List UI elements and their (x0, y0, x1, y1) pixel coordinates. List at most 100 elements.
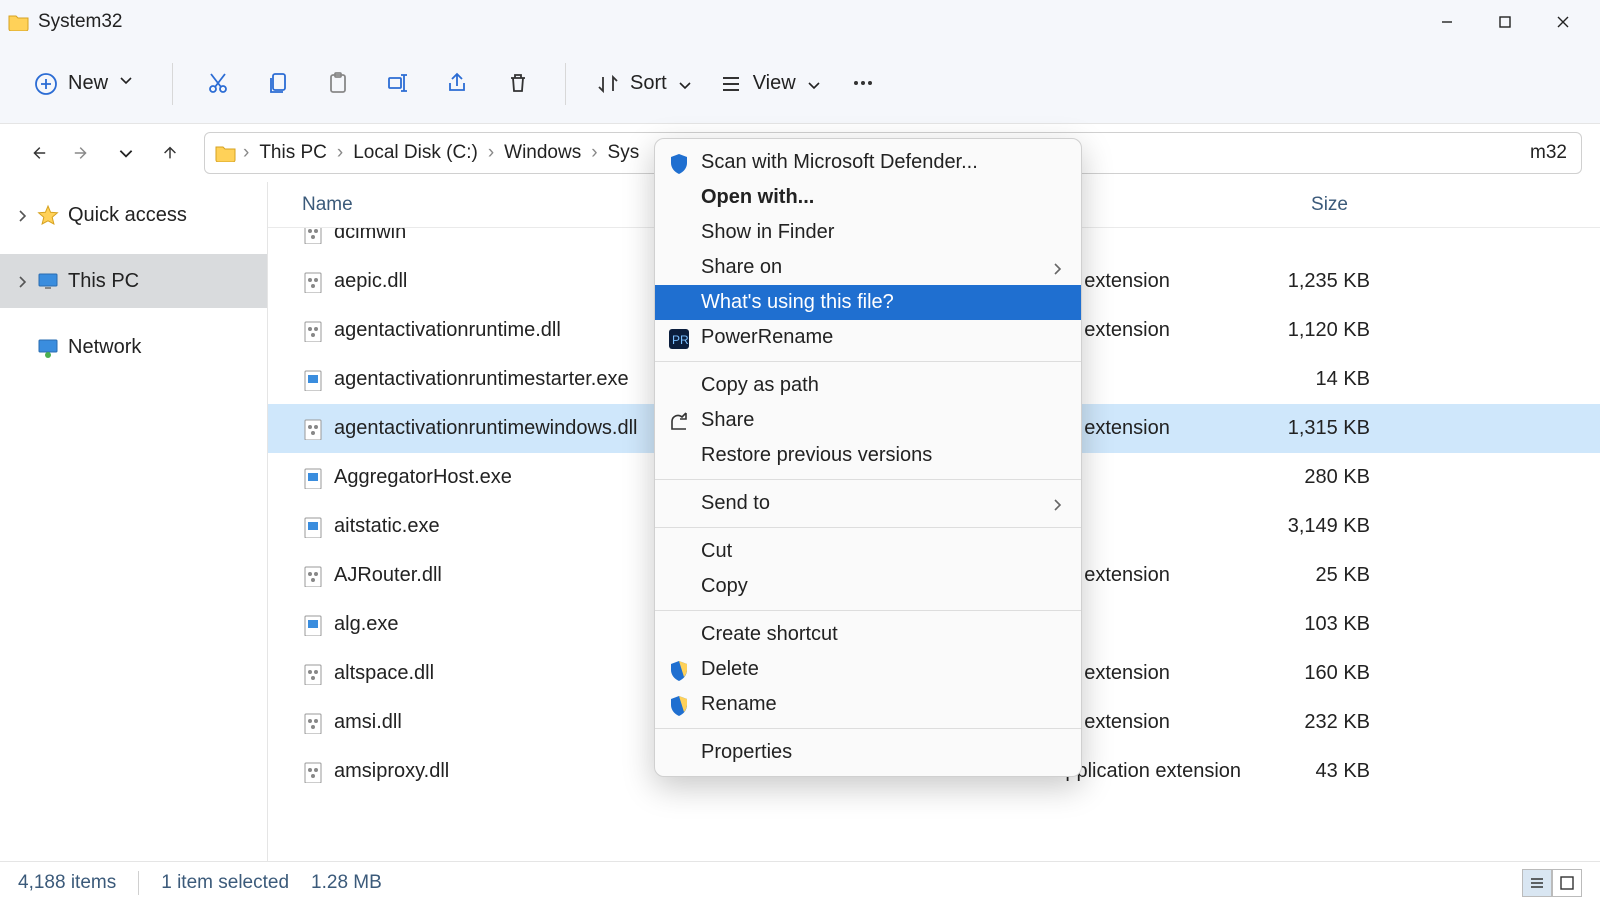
delete-button[interactable] (493, 58, 545, 110)
copy-icon (266, 71, 292, 97)
breadcrumb-item[interactable]: This PC (255, 142, 331, 164)
toolbar-separator (172, 63, 173, 105)
ctx-show-finder[interactable]: Show in Finder (655, 215, 1081, 250)
chevron-right-icon: › (488, 142, 494, 164)
sort-button[interactable]: Sort (586, 66, 701, 102)
file-size: 1,120 KB (1246, 319, 1386, 342)
sidebar-item-label: Network (68, 336, 141, 359)
toolbar: New Sort View (0, 44, 1600, 124)
file-icon (302, 228, 324, 244)
sidebar: Quick access This PC Network (0, 182, 268, 861)
file-size: 3,149 KB (1246, 515, 1386, 538)
ctx-whats-using[interactable]: What's using this file? (655, 285, 1081, 320)
new-button-label: New (68, 72, 108, 95)
cut-icon (206, 71, 232, 97)
new-button[interactable]: New (24, 66, 152, 102)
ctx-scan-defender[interactable]: Scan with Microsoft Defender... (655, 145, 1081, 180)
status-size: 1.28 MB (311, 872, 382, 894)
view-button[interactable]: View (709, 66, 830, 102)
file-size: 25 KB (1246, 564, 1386, 587)
minimize-button[interactable] (1418, 0, 1476, 44)
chevron-right-icon (1049, 497, 1063, 511)
plus-circle-icon (34, 72, 58, 96)
chevron-right-icon: › (337, 142, 343, 164)
breadcrumb-item[interactable]: Local Disk (C:) (349, 142, 482, 164)
maximize-button[interactable] (1476, 0, 1534, 44)
ctx-separator (655, 361, 1081, 362)
file-icon (302, 712, 324, 734)
more-button[interactable] (838, 58, 890, 110)
view-details-button[interactable] (1522, 869, 1552, 897)
chevron-right-icon (14, 274, 28, 288)
file-icon (302, 761, 324, 783)
details-icon (1529, 875, 1545, 891)
column-header-size[interactable]: Size (1224, 194, 1364, 216)
ctx-separator (655, 479, 1081, 480)
chevron-down-icon (118, 72, 142, 96)
sort-icon (596, 72, 620, 96)
rename-button[interactable] (373, 58, 425, 110)
ctx-separator (655, 610, 1081, 611)
view-button-label: View (753, 72, 796, 95)
share-icon (446, 71, 472, 97)
copy-button[interactable] (253, 58, 305, 110)
file-icon (302, 565, 324, 587)
ctx-create-shortcut[interactable]: Create shortcut (655, 617, 1081, 652)
ctx-rename[interactable]: Rename (655, 687, 1081, 722)
close-button[interactable] (1534, 0, 1592, 44)
ctx-share-on[interactable]: Share on (655, 250, 1081, 285)
star-icon (36, 204, 60, 226)
sidebar-item-this-pc[interactable]: This PC (0, 254, 267, 308)
rename-icon (386, 71, 412, 97)
back-button[interactable] (18, 133, 58, 173)
sidebar-item-network[interactable]: Network (0, 320, 267, 374)
file-size: 1,315 KB (1246, 417, 1386, 440)
sidebar-item-quick-access[interactable]: Quick access (0, 188, 267, 242)
chevron-right-icon (14, 208, 28, 222)
breadcrumb-item[interactable]: Sys (604, 142, 644, 164)
paste-button[interactable] (313, 58, 365, 110)
shield-icon (667, 659, 689, 681)
sidebar-item-label: This PC (68, 270, 139, 293)
file-size: 43 KB (1246, 760, 1386, 783)
file-icon (302, 320, 324, 342)
monitor-icon (36, 270, 60, 292)
shield-icon (667, 694, 689, 716)
ctx-cut[interactable]: Cut (655, 534, 1081, 569)
cut-button[interactable] (193, 58, 245, 110)
folder-icon (8, 13, 30, 31)
file-size: 232 KB (1246, 711, 1386, 734)
ctx-properties[interactable]: Properties (655, 735, 1081, 770)
ctx-powerrename[interactable]: PowerRename (655, 320, 1081, 355)
context-menu: Scan with Microsoft Defender... Open wit… (654, 138, 1082, 777)
ctx-copy[interactable]: Copy (655, 569, 1081, 604)
folder-icon (215, 144, 237, 162)
up-button[interactable] (150, 133, 190, 173)
viewlines-icon (719, 72, 743, 96)
sidebar-item-label: Quick access (68, 204, 187, 227)
file-icon (302, 516, 324, 538)
chevron-down-icon (677, 77, 691, 91)
view-large-button[interactable] (1552, 869, 1582, 897)
ctx-restore-versions[interactable]: Restore previous versions (655, 438, 1081, 473)
window-title: System32 (38, 11, 122, 33)
ctx-copy-path[interactable]: Copy as path (655, 368, 1081, 403)
trash-icon (506, 71, 532, 97)
breadcrumb-item[interactable]: Windows (500, 142, 585, 164)
file-size: 14 KB (1246, 368, 1386, 391)
file-size: 1,235 KB (1246, 270, 1386, 293)
ctx-separator (655, 728, 1081, 729)
file-size: 160 KB (1246, 662, 1386, 685)
file-icon (302, 418, 324, 440)
history-button[interactable] (106, 133, 146, 173)
forward-button[interactable] (62, 133, 102, 173)
ctx-separator (655, 527, 1081, 528)
share-button[interactable] (433, 58, 485, 110)
powerrename-icon (667, 327, 689, 349)
chevron-right-icon: › (591, 142, 597, 164)
ctx-share[interactable]: Share (655, 403, 1081, 438)
status-item-count: 4,188 items (18, 872, 116, 894)
ctx-send-to[interactable]: Send to (655, 486, 1081, 521)
ctx-open-with[interactable]: Open with... (655, 180, 1081, 215)
ctx-delete[interactable]: Delete (655, 652, 1081, 687)
